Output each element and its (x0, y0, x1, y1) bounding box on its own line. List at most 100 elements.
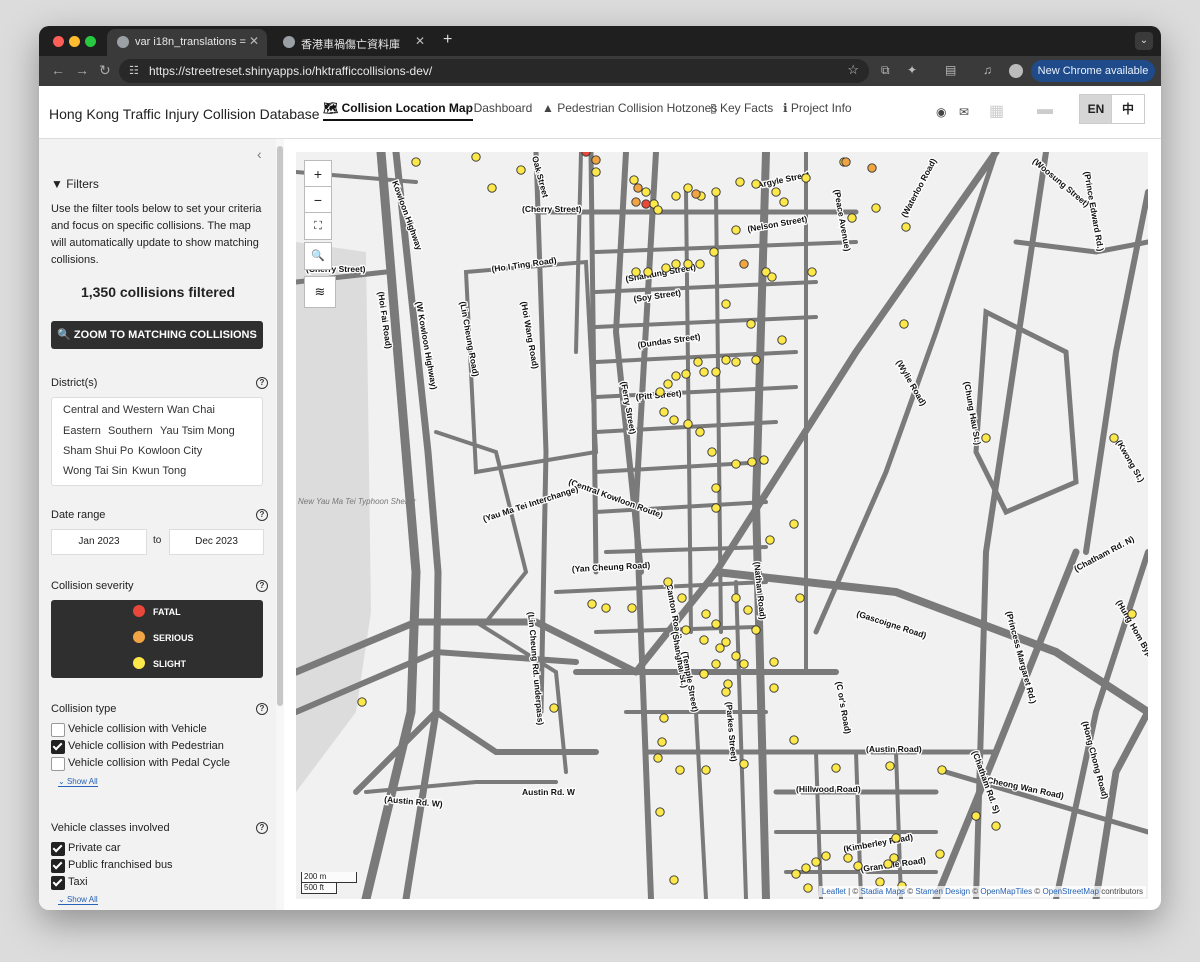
github-icon[interactable]: ◉ (936, 105, 946, 119)
collision-marker-slight[interactable] (721, 687, 731, 697)
slight-dot-icon[interactable] (133, 657, 145, 669)
collision-marker-serious[interactable] (691, 189, 701, 199)
extensions-icon[interactable]: ✦ (907, 63, 921, 77)
collision-marker-slight[interactable] (357, 697, 367, 707)
collision-marker-slight[interactable] (711, 367, 721, 377)
collision-marker-slight[interactable] (711, 187, 721, 197)
collision-marker-slight[interactable] (1127, 609, 1137, 619)
collision-marker-slight[interactable] (901, 222, 911, 232)
collision-marker-slight[interactable] (653, 205, 663, 215)
collision-marker-slight[interactable] (591, 167, 601, 177)
collision-marker-slight[interactable] (811, 857, 821, 867)
collision-marker-slight[interactable] (739, 659, 749, 669)
lang-en-button[interactable]: EN (1079, 94, 1113, 124)
collision-marker-serious[interactable] (867, 163, 877, 173)
checkbox-vehicle-vehicle[interactable] (51, 723, 65, 737)
collision-marker-slight[interactable] (707, 447, 717, 457)
collision-marker-slight[interactable] (899, 319, 909, 329)
collision-marker-slight[interactable] (875, 877, 885, 887)
lang-zh-button[interactable]: 中 (1111, 94, 1145, 124)
collision-marker-slight[interactable] (739, 759, 749, 769)
collision-marker-slight[interactable] (683, 183, 693, 193)
collision-marker-slight[interactable] (711, 503, 721, 513)
collision-marker-slight[interactable] (765, 535, 775, 545)
collision-marker-slight[interactable] (709, 247, 719, 257)
collision-marker-slight[interactable] (549, 703, 559, 713)
collision-marker-serious[interactable] (841, 157, 851, 167)
checkbox-private-car[interactable] (51, 842, 65, 856)
district-chip[interactable]: Yau Tsim Mong (160, 425, 235, 437)
collision-marker-slight[interactable] (935, 849, 945, 859)
media-controls-icon[interactable]: ♫ (983, 63, 997, 77)
collision-marker-slight[interactable] (661, 263, 671, 273)
collision-marker-slight[interactable] (711, 483, 721, 493)
stadia-link[interactable]: Stadia Maps (861, 887, 905, 896)
collision-marker-slight[interactable] (699, 635, 709, 645)
stamen-link[interactable]: Stamen Design (915, 887, 970, 896)
collision-marker-slight[interactable] (731, 357, 741, 367)
collision-marker-slight[interactable] (659, 713, 669, 723)
collision-marker-slight[interactable] (731, 225, 741, 235)
collision-marker-slight[interactable] (795, 593, 805, 603)
collision-marker-slight[interactable] (731, 459, 741, 469)
collision-marker-slight[interactable] (883, 859, 893, 869)
checkbox-label[interactable]: Private car (68, 842, 121, 854)
district-chip[interactable]: Southern (108, 425, 153, 437)
new-chrome-available-button[interactable]: New Chrome available ⋮ (1031, 60, 1155, 99)
forward-icon[interactable]: → (75, 62, 89, 78)
collision-marker-slight[interactable] (669, 415, 679, 425)
collision-marker-slight[interactable] (655, 387, 665, 397)
show-all-vehicle-classes-link[interactable]: ⌄ Show All (58, 895, 98, 905)
severity-serious-label[interactable]: SERIOUS (153, 633, 194, 643)
collision-marker-slight[interactable] (769, 657, 779, 667)
collision-marker-slight[interactable] (767, 272, 777, 282)
nav-pedestrian-hotzones[interactable]: ▲ Pedestrian Collision Hotzones (542, 101, 717, 115)
collision-map[interactable]: Kowloon Highway Oak Street (Cherry Stree… (296, 152, 1148, 899)
chat-icon[interactable]: ▬ (1037, 101, 1053, 119)
collision-marker-slight[interactable] (821, 851, 831, 861)
collision-marker-slight[interactable] (643, 267, 653, 277)
collision-marker-slight[interactable] (659, 407, 669, 417)
site-info-icon[interactable]: ☷ (129, 64, 139, 77)
collision-marker-slight[interactable] (601, 603, 611, 613)
district-chip[interactable]: Wan Chai (167, 404, 215, 416)
address-bar[interactable]: ☷ https://streetreset.shinyapps.io/hktra… (119, 59, 869, 83)
collision-marker-slight[interactable] (487, 183, 497, 193)
collision-marker-slight[interactable] (699, 367, 709, 377)
collision-marker-slight[interactable] (627, 603, 637, 613)
checkbox-label[interactable]: Vehicle collision with Vehicle (68, 723, 207, 735)
email-icon[interactable]: ✉ (959, 105, 969, 119)
district-chip[interactable]: Kwun Tong (132, 465, 186, 477)
collision-marker-slight[interactable] (991, 821, 1001, 831)
collision-marker-slight[interactable] (681, 625, 691, 635)
collision-marker-serious[interactable] (633, 183, 643, 193)
checkbox-label[interactable]: Vehicle collision with Pedestrian (68, 740, 224, 752)
collision-marker-slight[interactable] (701, 765, 711, 775)
new-tab-icon[interactable]: + (443, 31, 452, 49)
checkbox-label[interactable]: Taxi (68, 876, 88, 888)
osm-link[interactable]: OpenStreetMap (1042, 887, 1098, 896)
collision-marker-slight[interactable] (853, 861, 863, 871)
district-chip[interactable]: Central and Western (63, 404, 164, 416)
serious-dot-icon[interactable] (133, 631, 145, 643)
collision-marker-slight[interactable] (769, 683, 779, 693)
district-chip[interactable]: Kowloon City (138, 445, 202, 457)
collision-marker-slight[interactable] (683, 259, 693, 269)
back-icon[interactable]: ← (51, 62, 65, 78)
collision-marker-slight[interactable] (641, 187, 651, 197)
collision-marker-slight[interactable] (891, 833, 901, 843)
date-to-input[interactable]: Dec 2023 (169, 529, 264, 555)
nav-project-info[interactable]: ℹ Project Info (783, 101, 852, 115)
collision-marker-slight[interactable] (663, 379, 673, 389)
nav-collision-location-map[interactable]: 🗺 Collision Location Map (323, 101, 473, 121)
collision-marker-slight[interactable] (803, 883, 813, 893)
vehicle-help-icon[interactable]: ? (256, 822, 268, 834)
collision-marker-slight[interactable] (981, 433, 991, 443)
district-chip[interactable]: Wong Tai Sin (63, 465, 127, 477)
copy-icon[interactable]: ⧉ (881, 63, 895, 77)
tab-search-icon[interactable]: ⌄ (1135, 32, 1153, 50)
collision-marker-slight[interactable] (516, 165, 526, 175)
date-from-input[interactable]: Jan 2023 (51, 529, 147, 555)
maximize-window-icon[interactable] (85, 36, 96, 47)
collision-marker-slight[interactable] (807, 267, 817, 277)
